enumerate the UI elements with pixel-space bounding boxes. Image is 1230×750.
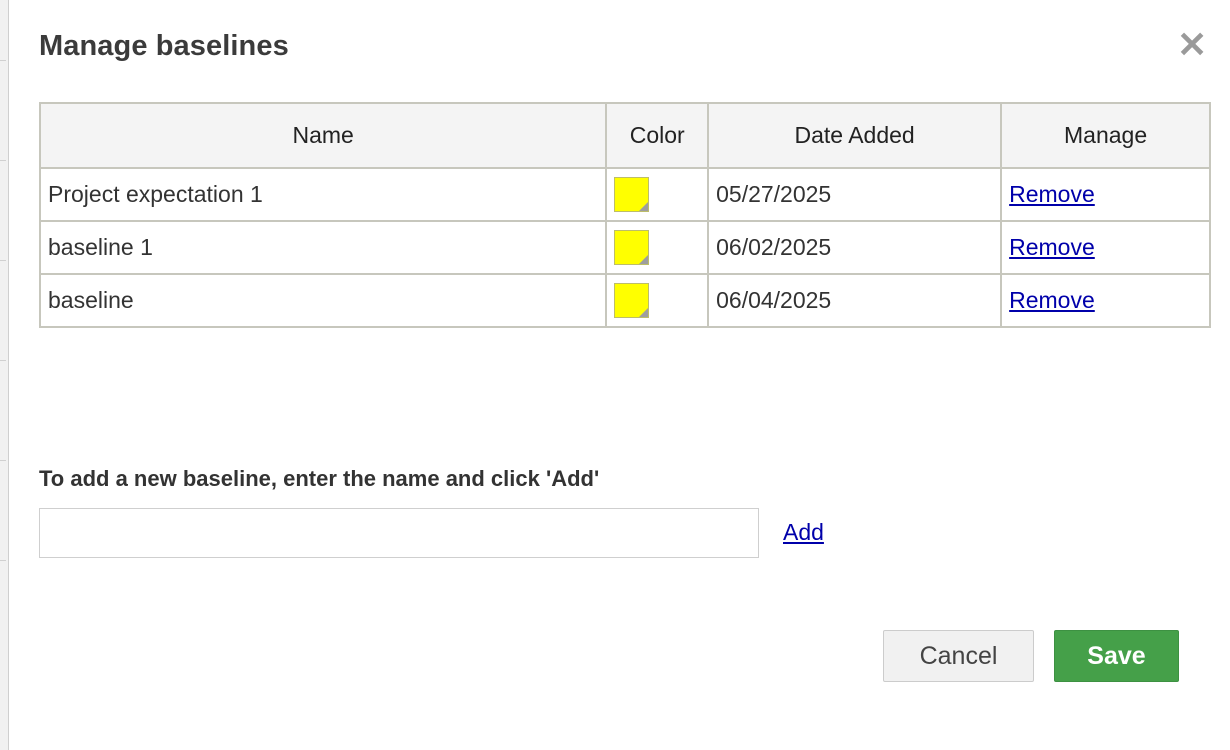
baselines-table: Name Color Date Added Manage Project exp… bbox=[38, 102, 1211, 328]
dialog-title: Manage baselines bbox=[39, 30, 289, 62]
manage-cell: Remove bbox=[1000, 220, 1211, 275]
color-picker-corner-icon bbox=[639, 308, 649, 317]
cancel-button[interactable]: Cancel bbox=[883, 630, 1034, 682]
close-icon[interactable]: ✕ bbox=[1177, 27, 1207, 63]
background-gridline bbox=[0, 260, 6, 261]
column-header-color: Color bbox=[605, 102, 710, 169]
baseline-name-cell: Project expectation 1 bbox=[38, 167, 608, 222]
manage-cell: Remove bbox=[1000, 273, 1211, 328]
table-row: baseline 06/04/2025 Remove bbox=[38, 273, 1211, 328]
date-added-cell: 05/27/2025 bbox=[707, 167, 1003, 222]
baseline-color-cell bbox=[605, 220, 710, 275]
column-header-manage: Manage bbox=[1000, 102, 1211, 169]
baseline-name-cell: baseline 1 bbox=[38, 220, 608, 275]
color-picker-corner-icon bbox=[639, 202, 649, 211]
new-baseline-name-input[interactable] bbox=[39, 508, 759, 558]
background-gridline bbox=[0, 460, 6, 461]
column-header-date-added: Date Added bbox=[707, 102, 1003, 169]
table-row: baseline 1 06/02/2025 Remove bbox=[38, 220, 1211, 275]
table-row: Project expectation 1 05/27/2025 Remove bbox=[38, 167, 1211, 222]
remove-baseline-link[interactable]: Remove bbox=[1009, 287, 1095, 313]
background-gridline bbox=[0, 360, 6, 361]
baseline-color-cell bbox=[605, 273, 710, 328]
manage-baselines-dialog: Manage baselines ✕ Name Color Date Added… bbox=[8, 0, 1230, 750]
manage-cell: Remove bbox=[1000, 167, 1211, 222]
remove-baseline-link[interactable]: Remove bbox=[1009, 181, 1095, 207]
background-gridline bbox=[0, 160, 6, 161]
color-picker-corner-icon bbox=[639, 255, 649, 264]
background-gridline bbox=[0, 560, 6, 561]
color-swatch[interactable] bbox=[614, 177, 650, 212]
add-baseline-link[interactable]: Add bbox=[783, 519, 824, 546]
column-header-name: Name bbox=[38, 102, 608, 169]
color-swatch[interactable] bbox=[614, 230, 650, 265]
save-button[interactable]: Save bbox=[1054, 630, 1179, 682]
baseline-name-cell: baseline bbox=[38, 273, 608, 328]
baseline-color-cell bbox=[605, 167, 710, 222]
date-added-cell: 06/02/2025 bbox=[707, 220, 1003, 275]
background-gridline bbox=[0, 60, 6, 61]
add-baseline-instructions: To add a new baseline, enter the name an… bbox=[39, 466, 600, 491]
date-added-cell: 06/04/2025 bbox=[707, 273, 1003, 328]
remove-baseline-link[interactable]: Remove bbox=[1009, 234, 1095, 260]
color-swatch[interactable] bbox=[614, 283, 650, 318]
table-header-row: Name Color Date Added Manage bbox=[38, 102, 1211, 169]
